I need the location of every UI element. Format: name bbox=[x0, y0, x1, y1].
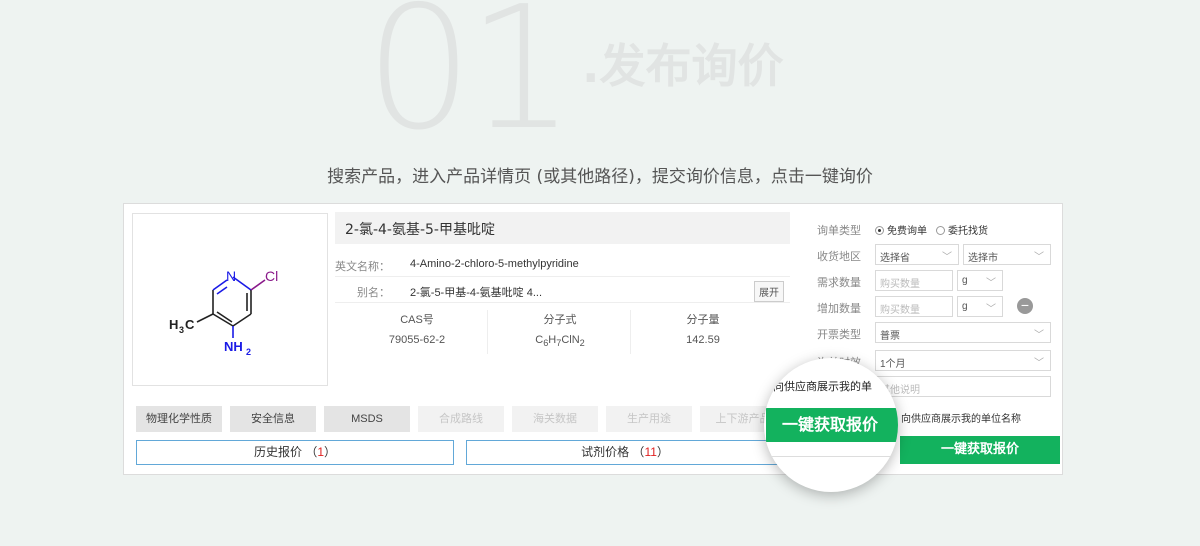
product-properties: CAS号 79055-62-2 分子式 C6H7ClN2 分子量 142.59 bbox=[335, 308, 790, 356]
divider bbox=[630, 310, 631, 354]
invoice-label: 开票类型 bbox=[817, 329, 861, 341]
tab-usage[interactable]: 生产用途 bbox=[606, 406, 692, 432]
history-price-label: 历史报价 bbox=[253, 445, 302, 459]
unit-value: g bbox=[962, 301, 968, 312]
history-price-button[interactable]: 历史报价 （1） bbox=[136, 440, 454, 465]
unit-select[interactable]: g ﹀ bbox=[957, 270, 1003, 291]
tab-msds[interactable]: MSDS bbox=[324, 406, 410, 432]
prop-weight: 分子量 142.59 bbox=[633, 308, 773, 356]
methyl-sub-label: 3 bbox=[179, 325, 184, 335]
prop-cas: CAS号 79055-62-2 bbox=[347, 308, 487, 356]
radio-label: 免费询单 bbox=[887, 226, 927, 237]
quantity-label: 需求数量 bbox=[817, 277, 861, 289]
prop-formula: 分子式 C6H7ClN2 bbox=[490, 308, 630, 356]
tab-synthesis[interactable]: 合成路线 bbox=[418, 406, 504, 432]
remove-quantity-icon[interactable]: − bbox=[1017, 298, 1033, 314]
alias-row: 别名： 2-氯-5-甲基-4-氨基吡啶 4... 展开 bbox=[335, 277, 790, 303]
add-quantity-label: 增加数量 bbox=[817, 303, 861, 315]
chevron-down-icon: ﹀ bbox=[1034, 252, 1044, 263]
radio-entrust[interactable]: 委托找货 bbox=[936, 222, 988, 237]
chevron-down-icon: ﹀ bbox=[986, 278, 996, 289]
formula-cln: ClN bbox=[561, 334, 580, 346]
region-row: 收货地区 选择省 ﹀ 选择市 ﹀ bbox=[817, 244, 1057, 266]
molecule-structure-icon: N Cl H 3 C NH 2 bbox=[169, 268, 278, 357]
english-name-row: 英文名称： 4-Amino-2-chloro-5-methylpyridine bbox=[335, 251, 790, 277]
alias-value: 2-氯-5-甲基-4-氨基吡啶 4... bbox=[410, 287, 543, 299]
prop-value: 79055-62-2 bbox=[388, 334, 446, 346]
province-value: 选择省 bbox=[880, 253, 910, 264]
atom-n-label: N bbox=[226, 268, 236, 284]
divider bbox=[764, 456, 898, 457]
show-company-name-option[interactable]: 向供应商展示我的单位名称 bbox=[901, 410, 1021, 425]
region-label: 收货地区 bbox=[817, 251, 861, 263]
quantity-input[interactable]: 购买数量 bbox=[875, 270, 953, 291]
prop-value: 142.59 bbox=[686, 334, 720, 346]
magnifier-callout: 向供应商展示我的单 一键获取报价 bbox=[764, 358, 898, 492]
product-name: 2-氯-4-氨基-5-甲基吡啶 bbox=[335, 212, 790, 244]
reagent-price-label: 试剂价格 bbox=[581, 445, 630, 459]
reagent-price-count: 11 bbox=[644, 445, 657, 459]
alias-label: 别名： bbox=[357, 287, 390, 299]
inquiry-type-row: 询单类型 免费询单 委托找货 bbox=[817, 218, 1057, 240]
invoice-select[interactable]: 普票 ﹀ bbox=[875, 322, 1051, 343]
formula-n-count: 2 bbox=[579, 338, 585, 349]
step-title: .发布询价 bbox=[582, 39, 784, 93]
formula-value: C6H7ClN2 bbox=[490, 334, 630, 348]
reagent-price-button[interactable]: 试剂价格 （11） bbox=[466, 440, 784, 465]
prop-label: 分子式 bbox=[543, 314, 577, 326]
magnified-get-quote-button[interactable]: 一键获取报价 bbox=[766, 408, 898, 442]
formula-c: C bbox=[535, 334, 544, 346]
tab-physchem[interactable]: 物理化学性质 bbox=[136, 406, 222, 432]
prop-label: 分子量 bbox=[686, 314, 720, 326]
inquiry-type-label: 询单类型 bbox=[817, 225, 861, 237]
note-input[interactable]: 其他说明 bbox=[875, 376, 1051, 397]
chevron-down-icon: ﹀ bbox=[986, 304, 996, 315]
step-number: 01 bbox=[365, 0, 575, 168]
add-quantity-input[interactable]: 购买数量 bbox=[875, 296, 953, 317]
add-quantity-row: 增加数量 购买数量 g ﹀ − bbox=[817, 296, 1057, 318]
quantity-row: 需求数量 购买数量 g ﹀ bbox=[817, 270, 1057, 292]
magnified-show-name-text: 向供应商展示我的单 bbox=[773, 381, 872, 393]
get-quote-button[interactable]: 一键获取报价 bbox=[900, 436, 1060, 464]
validity-select[interactable]: 1个月 ﹀ bbox=[875, 350, 1051, 371]
validity-value: 1个月 bbox=[880, 359, 906, 370]
structure-image: N Cl H 3 C NH 2 bbox=[132, 213, 328, 386]
product-card: N Cl H 3 C NH 2 2-氯-4-氨基-5-甲基吡啶 英文名称： 4-… bbox=[123, 203, 1063, 475]
invoice-value: 普票 bbox=[880, 331, 900, 342]
radio-free-inquiry[interactable]: 免费询单 bbox=[875, 222, 927, 237]
chevron-down-icon: ﹀ bbox=[1034, 330, 1044, 341]
chevron-down-icon: ﹀ bbox=[942, 252, 952, 263]
add-unit-select[interactable]: g ﹀ bbox=[957, 296, 1003, 317]
divider bbox=[487, 310, 488, 354]
methyl-h-label: H bbox=[169, 317, 178, 332]
english-name-label: 英文名称： bbox=[335, 261, 390, 273]
prop-label: CAS号 bbox=[400, 314, 434, 326]
history-price-count: 1 bbox=[317, 445, 325, 459]
amine-sub-label: 2 bbox=[246, 347, 251, 357]
tab-customs[interactable]: 海关数据 bbox=[512, 406, 598, 432]
chevron-down-icon: ﹀ bbox=[1034, 358, 1044, 369]
amine-label: NH bbox=[224, 339, 243, 354]
methyl-c-label: C bbox=[185, 317, 195, 332]
radio-dot bbox=[936, 226, 945, 235]
atom-cl-label: Cl bbox=[265, 268, 278, 284]
step-subtitle: 搜索产品，进入产品详情页 (或其他路径)，提交询价信息，点击一键询价 bbox=[327, 167, 873, 187]
english-name-value: 4-Amino-2-chloro-5-methylpyridine bbox=[410, 258, 579, 270]
invoice-row: 开票类型 普票 ﹀ bbox=[817, 322, 1057, 344]
expand-button[interactable]: 展开 bbox=[754, 281, 784, 302]
radio-label: 委托找货 bbox=[948, 226, 988, 237]
city-value: 选择市 bbox=[968, 253, 998, 264]
province-select[interactable]: 选择省 ﹀ bbox=[875, 244, 959, 265]
tab-safety[interactable]: 安全信息 bbox=[230, 406, 316, 432]
unit-value: g bbox=[962, 275, 968, 286]
city-select[interactable]: 选择市 ﹀ bbox=[963, 244, 1051, 265]
radio-dot bbox=[875, 226, 884, 235]
